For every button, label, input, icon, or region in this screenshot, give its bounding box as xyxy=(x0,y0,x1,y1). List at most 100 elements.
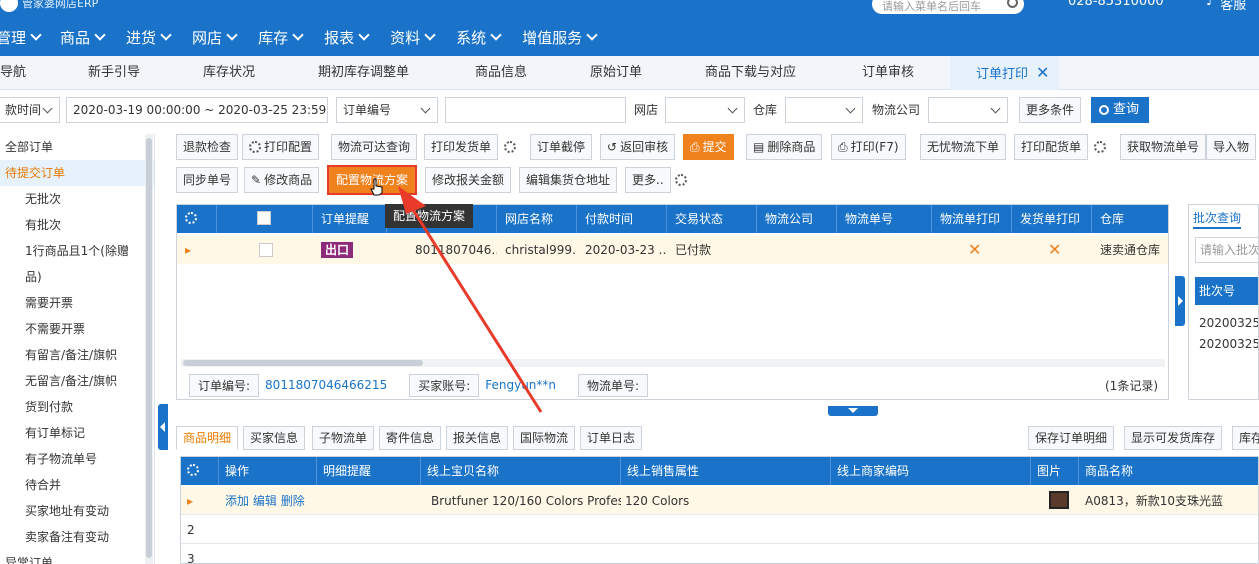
list-item[interactable]: 20200325.3 xyxy=(1195,309,1258,337)
sidebar-item[interactable]: 无批次 xyxy=(0,186,154,212)
nav-item-system[interactable]: 系统 xyxy=(456,27,502,48)
order-search-input[interactable] xyxy=(445,97,626,123)
sidebar-item[interactable]: 异常订单 xyxy=(0,550,154,564)
list-item[interactable]: 20200325.3 xyxy=(1195,337,1258,351)
more-conditions-button[interactable]: 更多条件 xyxy=(1019,97,1082,123)
col-online-attr[interactable]: 线上销售属性 xyxy=(621,457,831,485)
print-config-button[interactable]: 打印配置 xyxy=(242,134,320,160)
show-stock-button[interactable]: 显示可发货库存 xyxy=(1124,426,1223,450)
col-order-remind[interactable]: 订单提醒 xyxy=(313,205,387,233)
tab-nav[interactable]: 导航 xyxy=(0,56,26,90)
edit-goods-button[interactable]: ✎ 修改商品 xyxy=(244,167,320,193)
order-hold-button[interactable]: 订单截停 xyxy=(530,134,593,160)
menu-search-input[interactable]: 请输入菜单名后回车 xyxy=(872,0,1024,14)
return-review-button[interactable]: ↺ 返回审核 xyxy=(600,134,676,160)
scrollbar-thumb[interactable] xyxy=(146,138,152,558)
tab-sub-tracking[interactable]: 子物流单 xyxy=(312,426,375,450)
table-row[interactable]: 2 xyxy=(181,516,1258,544)
table-row[interactable]: ▸ 出口 8011807046… christal999… 2020-03-23… xyxy=(177,236,1168,264)
gear-icon[interactable] xyxy=(671,167,691,193)
save-detail-button[interactable]: 保存订单明细 xyxy=(1028,426,1115,450)
add-link[interactable]: 添加 xyxy=(225,494,249,508)
table-row[interactable]: ▸ 添加 编辑 删除 Brutfuner 120/160 Colors Prof… xyxy=(181,487,1258,515)
tab-buyer-info[interactable]: 买家信息 xyxy=(243,426,306,450)
search-icon[interactable] xyxy=(1007,0,1018,8)
horizontal-scrollbar[interactable] xyxy=(181,359,1165,367)
logistics-select[interactable] xyxy=(928,97,1008,123)
col-detail-remind[interactable]: 明细提醒 xyxy=(317,457,421,485)
delete-link[interactable]: 删除 xyxy=(281,494,305,508)
print-f7-button[interactable]: ⎙ 打印(F7) xyxy=(831,134,906,160)
batch-search-input[interactable]: 请输入批次 xyxy=(1195,237,1258,263)
tab-customs-info[interactable]: 报关信息 xyxy=(446,426,509,450)
sidebar-item[interactable]: 有批次 xyxy=(0,212,154,238)
col-shop[interactable]: 网店名称 xyxy=(497,205,577,233)
order-no-value[interactable]: 8011807046466215 xyxy=(265,378,387,392)
edit-customs-amount-button[interactable]: 修改报关金额 xyxy=(425,167,512,193)
tab-stock-status[interactable]: 库存状况 xyxy=(203,56,255,90)
sidebar-item[interactable]: 1行商品且1个(除赠 xyxy=(0,238,154,264)
col-status[interactable]: 交易状态 xyxy=(667,205,757,233)
buyer-value[interactable]: Fengyun**n xyxy=(485,378,556,392)
get-tracking-button[interactable]: 获取物流单号 xyxy=(1120,134,1207,160)
col-logistics[interactable]: 物流公司 xyxy=(757,205,837,233)
nav-item-shop[interactable]: 网店 xyxy=(192,27,238,48)
warehouse-select[interactable] xyxy=(785,97,863,123)
scrollbar-thumb[interactable] xyxy=(183,360,423,366)
table-row[interactable]: 3 xyxy=(181,545,1258,563)
tab-sender-info[interactable]: 寄件信息 xyxy=(379,426,442,450)
logistics-reach-button[interactable]: 物流可达查询 xyxy=(331,134,418,160)
time-type-select[interactable]: 款时间 xyxy=(0,97,60,123)
nav-item-report[interactable]: 报表 xyxy=(324,27,370,48)
gear-icon[interactable] xyxy=(181,457,219,485)
sidebar-item[interactable]: 有留言/备注/旗帜 xyxy=(0,342,154,368)
collapse-detail-handle[interactable] xyxy=(828,406,878,416)
shop-select[interactable] xyxy=(665,97,745,123)
stock-button[interactable]: 库存 xyxy=(1232,426,1259,450)
sidebar-item[interactable]: 无留言/备注/旗帜 xyxy=(0,368,154,394)
sidebar-scrollbar[interactable] xyxy=(145,134,153,564)
tab-order-print[interactable]: 订单打印 ✕ xyxy=(950,56,1060,90)
query-button[interactable]: 查询 xyxy=(1091,97,1150,123)
nav-item-value-added[interactable]: 增值服务 xyxy=(522,27,598,48)
import-button[interactable]: 导入物 xyxy=(1206,134,1257,160)
tab-beginner-guide[interactable]: 新手引导 xyxy=(88,56,140,90)
service-link[interactable]: ♪ 客服 xyxy=(1206,0,1246,13)
sidebar-item[interactable]: 待合并 xyxy=(0,472,154,498)
nav-item-stock[interactable]: 库存 xyxy=(258,27,304,48)
nav-item-manage[interactable]: 管理 xyxy=(0,27,42,48)
sidebar-item[interactable]: 全部订单 xyxy=(0,134,154,160)
sidebar-item[interactable]: 有订单标记 xyxy=(0,420,154,446)
expand-batch-panel-handle[interactable] xyxy=(1175,276,1185,326)
nav-item-goods[interactable]: 商品 xyxy=(60,27,106,48)
submit-button[interactable]: ⎙ 提交 xyxy=(683,134,734,160)
col-ship-print[interactable]: 发货单打印 xyxy=(1012,205,1092,233)
sidebar-item[interactable]: 买家地址有变动 xyxy=(0,498,154,524)
more-button[interactable]: 更多.. xyxy=(625,167,671,193)
edit-link[interactable]: 编辑 xyxy=(253,494,277,508)
tab-goods-info[interactable]: 商品信息 xyxy=(475,56,527,90)
sidebar-item[interactable]: 待提交订单 xyxy=(0,160,154,186)
sidebar-item[interactable]: 需要开票 xyxy=(0,290,154,316)
sync-number-button[interactable]: 同步单号 xyxy=(176,167,239,193)
col-tracking[interactable]: 物流单号 xyxy=(837,205,932,233)
gear-icon[interactable] xyxy=(1090,134,1110,160)
col-pay-time[interactable]: 付款时间 xyxy=(577,205,667,233)
collapse-sidebar-handle[interactable] xyxy=(158,404,168,450)
gear-icon[interactable] xyxy=(177,205,217,233)
nav-item-data[interactable]: 资料 xyxy=(390,27,436,48)
sidebar-item[interactable]: 品) xyxy=(0,264,154,290)
print-picking-button[interactable]: 打印配货单 xyxy=(1014,134,1089,160)
tab-original-orders[interactable]: 原始订单 xyxy=(590,56,642,90)
col-online-title[interactable]: 线上宝贝名称 xyxy=(421,457,621,485)
print-invoice-button[interactable]: 打印发货单 xyxy=(424,134,499,160)
sidebar-item[interactable]: 卖家备注有变动 xyxy=(0,524,154,550)
tab-goods-download[interactable]: 商品下载与对应 xyxy=(705,56,796,90)
col-goods-name[interactable]: 商品名称 xyxy=(1079,457,1258,485)
tab-order-log[interactable]: 订单日志 xyxy=(580,426,643,450)
edit-warehouse-address-button[interactable]: 编辑集货仓地址 xyxy=(519,167,618,193)
date-range-input[interactable]: 2020-03-19 00:00:00 ~ 2020-03-25 23:59:5… xyxy=(66,97,328,123)
sidebar-item[interactable]: 不需要开票 xyxy=(0,316,154,342)
order-field-select[interactable]: 订单编号 xyxy=(336,97,438,123)
tab-batch-query[interactable]: 批次查询 xyxy=(1193,207,1242,229)
